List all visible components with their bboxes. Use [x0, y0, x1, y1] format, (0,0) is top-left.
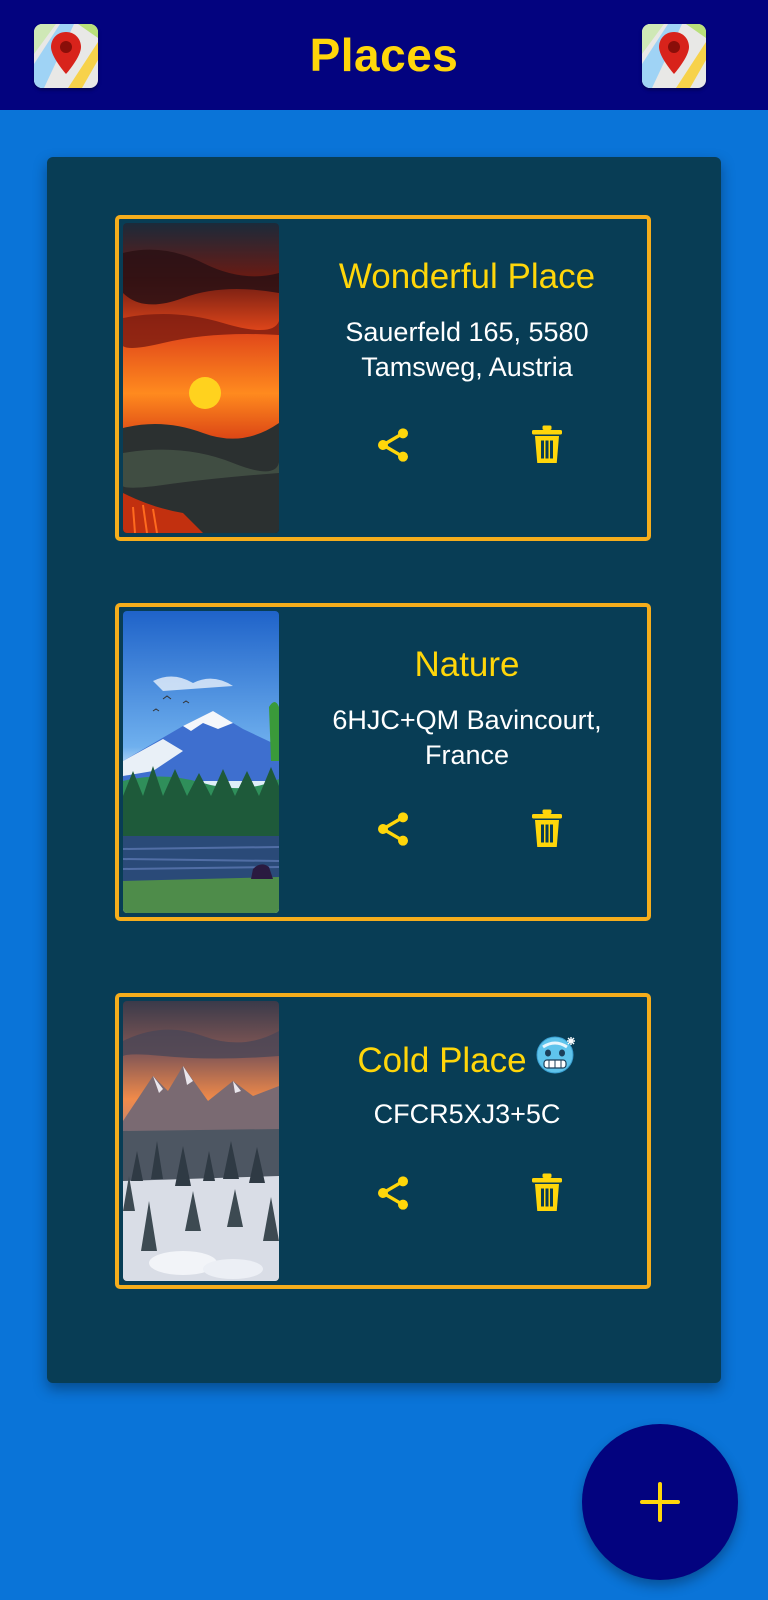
add-place-button[interactable] — [582, 1424, 738, 1580]
trash-icon — [532, 1173, 562, 1211]
plus-icon — [640, 1482, 680, 1522]
share-button[interactable] — [367, 1167, 419, 1219]
place-info: Cold Place CFCR5XJ3+5C — [287, 997, 647, 1285]
delete-button[interactable] — [521, 1167, 573, 1219]
share-button[interactable] — [367, 803, 419, 855]
place-card[interactable]: Cold Place CFCR5XJ3+5C — [115, 993, 651, 1289]
snowy-mountain-forest-photo — [123, 1001, 279, 1281]
trash-icon — [532, 425, 562, 463]
place-address: Sauerfeld 165, 5580 Tamsweg, Austria — [345, 317, 589, 382]
share-icon — [378, 812, 408, 846]
mountain-lake-forest-illustration — [123, 611, 279, 913]
place-image — [123, 611, 279, 913]
place-info: Nature 6HJC+QM Bavincourt, France — [287, 607, 647, 917]
app-bar: Places — [0, 0, 768, 110]
share-icon — [378, 1176, 408, 1210]
delete-button[interactable] — [521, 803, 573, 855]
place-image — [123, 1001, 279, 1281]
place-title: Wonderful Place — [338, 257, 596, 296]
place-title: Cold Place — [357, 1040, 527, 1080]
places-list: Wonderful Place Sauerfeld 165, 5580 Tams… — [47, 157, 721, 1383]
share-button[interactable] — [367, 419, 419, 471]
delete-button[interactable] — [521, 419, 573, 471]
cold-face-emoji — [535, 1033, 577, 1084]
place-title: Nature — [414, 645, 520, 684]
cold-face-icon — [536, 1036, 575, 1074]
place-info: Wonderful Place Sauerfeld 165, 5580 Tams… — [287, 219, 647, 537]
place-title-row: Cold Place — [287, 1036, 647, 1088]
place-image — [123, 223, 279, 533]
place-card[interactable]: Wonderful Place Sauerfeld 165, 5580 Tams… — [115, 215, 651, 541]
sunset-landscape-painting — [123, 223, 279, 533]
trash-icon — [532, 809, 562, 847]
place-card[interactable]: Nature 6HJC+QM Bavincourt, France — [115, 603, 651, 921]
place-address: 6HJC+QM Bavincourt, France — [332, 705, 602, 770]
share-icon — [378, 428, 408, 462]
map-icon-right[interactable] — [642, 24, 706, 88]
place-address: CFCR5XJ3+5C — [373, 1099, 561, 1129]
map-pin-icon — [642, 24, 706, 88]
